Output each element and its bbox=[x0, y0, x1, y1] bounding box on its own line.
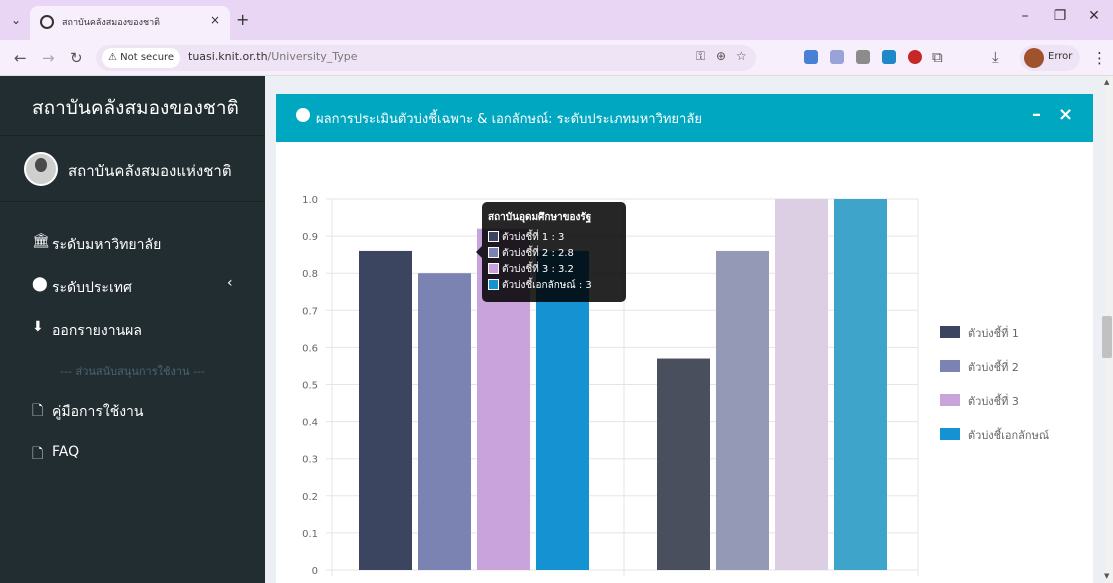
tooltip-row-text: ตัวบ่งชี้ที่ 2 : 2.8 bbox=[502, 248, 574, 259]
scroll-down-icon[interactable]: ▼ bbox=[1104, 572, 1109, 580]
y-tick-label: 0.4 bbox=[302, 418, 318, 429]
y-tick-label: 0.9 bbox=[302, 232, 318, 243]
legend-swatch bbox=[940, 394, 960, 406]
legend-label: ตัวบ่งชี้ที่ 1 bbox=[968, 327, 1019, 340]
y-tick-label: 0.6 bbox=[302, 343, 318, 354]
tooltip-row-text: ตัวบ่งชี้ที่ 1 : 3 bbox=[502, 232, 565, 243]
tooltip-swatch bbox=[488, 279, 499, 290]
y-tick-label: 0.3 bbox=[302, 455, 318, 466]
bar[interactable] bbox=[657, 358, 710, 570]
bar[interactable] bbox=[359, 250, 412, 570]
y-tick-label: 0.7 bbox=[302, 306, 318, 317]
y-tick-label: 0.2 bbox=[302, 492, 318, 503]
y-tick-label: 0.1 bbox=[302, 529, 318, 540]
legend-label: ตัวบ่งชี้ที่ 3 bbox=[968, 395, 1019, 408]
legend-swatch bbox=[940, 428, 960, 440]
bar[interactable] bbox=[834, 199, 887, 570]
legend-swatch bbox=[940, 360, 960, 372]
scroll-up-icon[interactable]: ▲ bbox=[1104, 78, 1109, 86]
page-scrollbar-thumb[interactable] bbox=[1102, 316, 1112, 358]
tooltip-swatch bbox=[488, 263, 499, 274]
y-tick-label: 0.5 bbox=[302, 381, 318, 392]
legend-swatch bbox=[940, 326, 960, 338]
y-tick-label: 0.8 bbox=[302, 269, 318, 280]
legend-label: ตัวบ่งชี้เอกลักษณ์ bbox=[968, 429, 1050, 442]
tooltip-swatch bbox=[488, 231, 499, 242]
tooltip-row-text: ตัวบ่งชี้ที่ 3 : 3.2 bbox=[502, 264, 574, 275]
bar[interactable] bbox=[418, 273, 471, 570]
tooltip-swatch bbox=[488, 247, 499, 258]
y-tick-label: 1.0 bbox=[302, 195, 318, 206]
tooltip-row-text: ตัวบ่งชี้เอกลักษณ์ : 3 bbox=[502, 280, 592, 291]
bar[interactable] bbox=[716, 250, 769, 570]
legend-label: ตัวบ่งชี้ที่ 2 bbox=[968, 361, 1019, 374]
tooltip-title: สถาบันอุดมศึกษาของรัฐ bbox=[488, 212, 592, 223]
chart-tooltip: สถาบันอุดมศึกษาของรัฐ ตัวบ่งชี้ที่ 1 : 3… bbox=[482, 202, 626, 302]
bar[interactable] bbox=[775, 199, 828, 570]
y-tick-label: 0 bbox=[312, 566, 318, 577]
